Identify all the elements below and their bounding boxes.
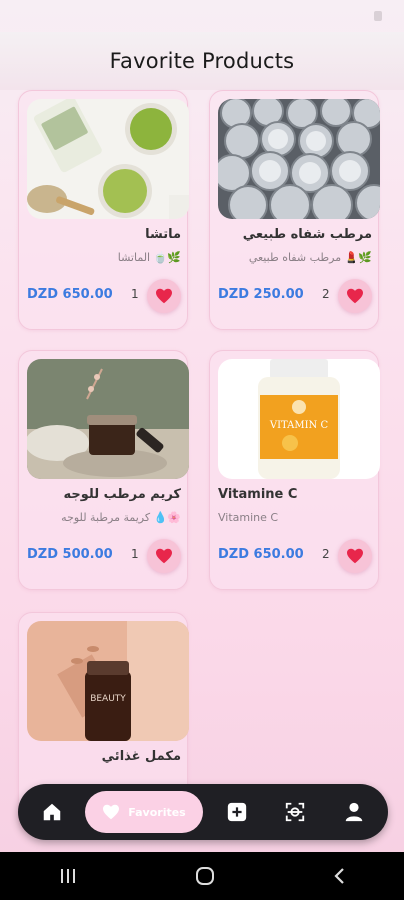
product-image-vitamin-c: VITAMIN C <box>218 359 380 479</box>
nav-add[interactable] <box>219 794 255 830</box>
back-icon[interactable] <box>332 866 346 886</box>
page-title: Favorite Products <box>109 49 295 73</box>
heart-icon <box>347 288 363 304</box>
scan-icon <box>285 802 305 822</box>
product-name: ماتشا <box>145 227 181 242</box>
product-description: 🌿💄 مرطب شفاه طبيعي <box>248 251 372 264</box>
product-image-lip-balm <box>218 99 380 219</box>
battery-icon <box>374 11 382 21</box>
heart-icon <box>156 548 172 564</box>
product-name: مكمل غذائي <box>101 749 181 764</box>
heart-icon <box>156 288 172 304</box>
product-quantity: 1 <box>131 287 139 301</box>
favorite-button[interactable] <box>147 279 181 313</box>
vitamin-label-text: VITAMIN C <box>269 420 329 431</box>
product-quantity: 2 <box>322 287 330 301</box>
product-card-matcha[interactable]: ماتشا 🌿🍵 الماتشا DZD 650.00 1 <box>18 90 189 330</box>
nav-scan[interactable] <box>277 794 313 830</box>
nav-favorites[interactable]: Favorites <box>85 791 203 833</box>
heart-icon <box>347 548 363 564</box>
status-bar <box>0 0 404 32</box>
product-price: DZD 650.00 <box>27 287 113 302</box>
beauty-label-text: BEAUTY <box>90 694 126 704</box>
product-price: DZD 250.00 <box>218 287 304 302</box>
system-nav-bar <box>0 852 404 900</box>
profile-icon <box>345 802 363 822</box>
product-card-face-cream[interactable]: كريم مرطب للوجه 🌸💧 كريمة مرطبة للوجه DZD… <box>18 350 189 590</box>
product-price: DZD 500.00 <box>27 547 113 562</box>
product-price: DZD 650.00 <box>218 547 304 562</box>
status-right <box>374 11 382 21</box>
nav-favorites-label: Favorites <box>128 805 186 819</box>
favorite-button[interactable] <box>338 279 372 313</box>
product-image-supplement: BEAUTY <box>27 621 189 741</box>
nav-home[interactable] <box>34 794 70 830</box>
product-name: مرطب شفاه طبيعي <box>242 227 372 242</box>
product-quantity: 1 <box>131 547 139 561</box>
add-icon <box>227 802 247 822</box>
product-quantity: 2 <box>322 547 330 561</box>
product-image-face-cream <box>27 359 189 479</box>
product-description: 🌸💧 كريمة مرطبة للوجه <box>61 511 181 524</box>
recent-apps-icon[interactable] <box>58 867 78 885</box>
home-button-icon[interactable] <box>194 865 216 887</box>
product-card-lip-balm[interactable]: مرطب شفاه طبيعي 🌿💄 مرطب شفاه طبيعي DZD 2… <box>209 90 380 330</box>
product-name: كريم مرطب للوجه <box>63 487 181 502</box>
bottom-nav: Favorites <box>18 784 388 840</box>
home-icon <box>43 803 61 821</box>
product-name: Vitamine C <box>218 487 298 502</box>
product-image-matcha <box>27 99 189 219</box>
nav-profile[interactable] <box>336 794 372 830</box>
favorite-button[interactable] <box>338 539 372 573</box>
product-description: Vitamine C <box>218 511 279 524</box>
favorite-button[interactable] <box>147 539 181 573</box>
product-description: 🌿🍵 الماتشا <box>117 251 181 264</box>
heart-icon <box>103 804 120 820</box>
page-header: Favorite Products <box>0 32 404 90</box>
product-card-vitamin-c[interactable]: VITAMIN C Vitamine C Vitamine C DZD 650.… <box>209 350 380 590</box>
